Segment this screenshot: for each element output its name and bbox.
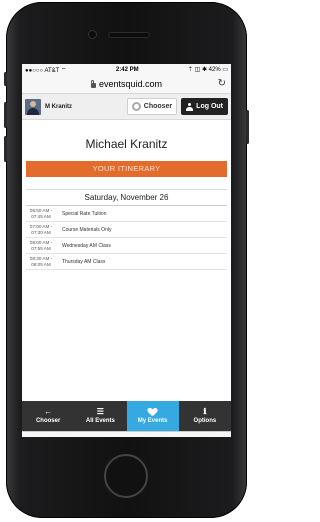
battery-status: ⇡ ◫ ✱ 42% ▭ <box>187 67 228 73</box>
event-time: 07:00 AM - 07:30 AM <box>26 224 56 235</box>
tab-my-events[interactable]: My Events <box>126 401 179 431</box>
chooser-button[interactable]: Chooser <box>126 98 178 115</box>
status-bar: ●●○○○ AT&T ⌔ 2:42 PM ⇡ ◫ ✱ 42% ▭ <box>22 64 231 75</box>
volume-down-button <box>4 136 7 162</box>
address-bar[interactable]: eventsquid.com ↻ <box>22 75 231 94</box>
itinerary-row[interactable]: 08:30 AM - 08:05 AM Thursday AM Class <box>26 254 227 270</box>
event-time-start: 06:50 AM - <box>29 208 53 213</box>
tab-all-events[interactable]: ☰ All Events <box>74 401 126 431</box>
event-title: Wednesday AM Class <box>62 242 111 249</box>
itinerary-banner: YOUR ITINERARY <box>26 161 227 177</box>
reload-icon[interactable]: ↻ <box>218 78 226 89</box>
tab-options[interactable]: ℹ Options <box>179 401 231 431</box>
event-time-end: 07:55 AM <box>31 245 51 251</box>
share-icon[interactable]: ⇪ <box>113 437 122 438</box>
day-title: Saturday, November 26 <box>26 190 227 206</box>
event-time-start: 08:30 AM - <box>29 256 53 261</box>
earpiece-speaker <box>108 32 150 38</box>
event-time-end: 07:45 AM <box>31 213 51 219</box>
arrow-left-icon: ← <box>44 407 53 416</box>
event-time: 06:50 AM - 07:45 AM <box>26 208 56 219</box>
avatar <box>25 98 41 115</box>
heart-icon <box>148 408 157 416</box>
itinerary-row[interactable]: 06:50 AM - 07:45 AM Special Rate Tuition <box>26 206 227 222</box>
event-time-start: 07:00 AM - <box>29 224 53 229</box>
event-title: Course Materials Only <box>62 226 112 233</box>
tab-label: All Events <box>85 418 115 424</box>
lock-icon <box>90 79 96 88</box>
event-time: 08:30 AM - 08:05 AM <box>26 256 56 267</box>
user-name: M Kranitz <box>45 103 72 110</box>
itinerary-row[interactable]: 08:00 AM - 07:55 AM Wednesday AM Class <box>26 238 227 254</box>
volume-up-button <box>4 102 7 128</box>
bottom-tab-bar: ← Chooser ☰ All Events My Events ℹ Optio… <box>22 401 231 431</box>
logout-button[interactable]: Log Out <box>181 98 228 115</box>
event-time-start: 08:00 AM - <box>29 240 53 245</box>
front-camera <box>88 30 97 39</box>
tab-label: Chooser <box>35 418 61 424</box>
tab-chooser[interactable]: ← Chooser <box>22 401 74 431</box>
event-title: Special Rate Tuition <box>62 210 107 217</box>
carrier-signal: ●●○○○ AT&T ⌔ <box>25 67 67 74</box>
tab-label: My Events <box>137 418 168 424</box>
user-icon <box>186 102 194 111</box>
info-icon: ℹ <box>203 407 207 416</box>
phone-screen: ●●○○○ AT&T ⌔ 2:42 PM ⇡ ◫ ✱ 42% ▭ eventsq… <box>22 64 231 437</box>
power-button <box>246 110 249 144</box>
home-button[interactable] <box>104 454 148 498</box>
mute-switch <box>4 72 7 86</box>
itinerary-day: Saturday, November 26 06:50 AM - 07:45 A… <box>26 189 227 270</box>
itinerary-row[interactable]: 07:00 AM - 07:30 AM Course Materials Onl… <box>26 222 227 238</box>
event-time-end: 08:05 AM <box>31 261 51 267</box>
browser-toolbar: ‹ › ⇪ ⊓⊓ ⧉ <box>22 431 231 437</box>
event-time-end: 07:30 AM <box>31 229 51 235</box>
tabs-icon[interactable]: ⧉ <box>206 437 214 438</box>
url-text: eventsquid.com <box>98 79 163 89</box>
list-icon: ☰ <box>96 407 104 416</box>
event-time: 08:00 AM - 07:55 AM <box>26 240 56 251</box>
event-title: Thursday AM Class <box>62 258 106 265</box>
profile-name: Michael Kranitz <box>85 137 168 151</box>
chooser-label: Chooser <box>143 103 173 110</box>
bookmarks-icon[interactable]: ⊓⊓ <box>156 437 173 438</box>
logout-label: Log Out <box>196 103 223 110</box>
app-header: M Kranitz Chooser Log Out <box>22 94 231 120</box>
tab-label: Options <box>193 418 217 424</box>
chooser-icon <box>131 102 141 111</box>
clock: 2:42 PM <box>115 66 139 73</box>
